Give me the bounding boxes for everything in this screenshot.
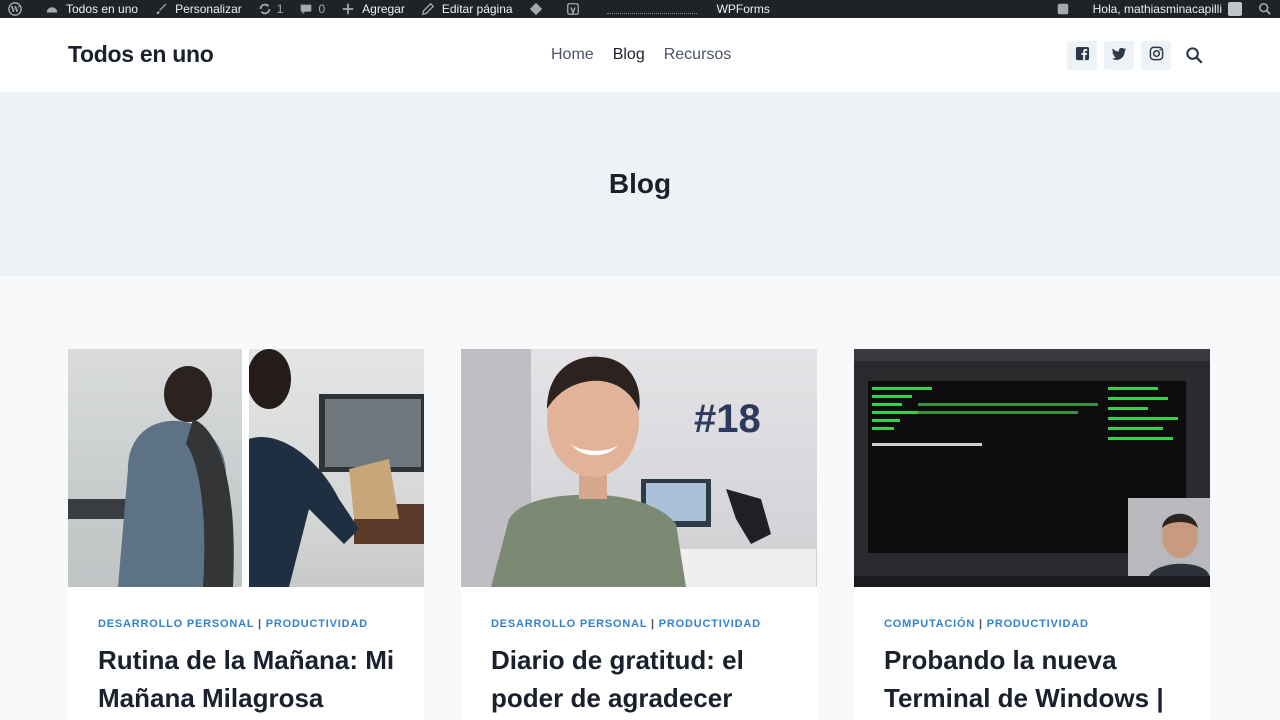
thumbnail-screenshot (854, 349, 1210, 587)
site-title[interactable]: Todos en uno (68, 41, 214, 68)
yoast-menu[interactable]: y (558, 0, 595, 18)
twitter-icon (1111, 46, 1127, 66)
category-separator: | (254, 618, 266, 630)
search-icon (1185, 47, 1204, 69)
diamond-icon (529, 2, 543, 16)
post-categories: DESARROLLO PERSONAL | PRODUCTIVIDAD (491, 618, 761, 630)
page-title: Blog (608, 168, 672, 199)
customize-label: Personalizar (175, 2, 242, 16)
wp-admin-bar: W Todos en uno Personalizar 1 0 Agregar (0, 0, 1280, 18)
wp-logo-menu[interactable]: W (0, 0, 37, 18)
category-link[interactable]: PRODUCTIVIDAD (266, 618, 368, 630)
main-navigation: Home Blog Recursos (551, 46, 731, 64)
post-thumbnail[interactable] (854, 349, 1210, 587)
avatar (1228, 2, 1242, 16)
nav-recursos[interactable]: Recursos (664, 46, 732, 64)
post-thumbnail[interactable]: #18 (461, 349, 817, 587)
my-account-menu[interactable]: Hola, mathiasminacapilli (1085, 0, 1250, 18)
category-separator: | (647, 618, 659, 630)
dashboard-icon (45, 2, 59, 16)
thumbnail-browser-bar (854, 349, 1210, 361)
category-link[interactable]: DESARROLLO PERSONAL (491, 618, 647, 630)
thumbnail-taskbar (854, 576, 1210, 587)
instagram-button[interactable] (1141, 41, 1171, 70)
plus-icon (341, 2, 355, 16)
nav-blog[interactable]: Blog (613, 46, 645, 64)
adminbar-search[interactable] (1250, 0, 1280, 18)
edit-page-label: Editar página (441, 2, 513, 16)
post-categories: COMPUTACIÓN | PRODUCTIVIDAD (884, 618, 1089, 630)
post-title[interactable]: Probando la nueva Terminal de Windows | (884, 641, 1194, 717)
edit-page-link[interactable]: Editar página (413, 0, 521, 18)
updates-count: 1 (276, 2, 284, 16)
site-header: Todos en uno Home Blog Recursos (0, 18, 1280, 92)
wordpress-icon: W (8, 2, 22, 16)
shield-icon (1056, 2, 1070, 16)
post-card: #18 DESARROLLO PERSONAL | PRODUCTIVIDAD … (461, 349, 817, 720)
updates-link[interactable]: 1 (250, 0, 292, 18)
comment-icon (299, 2, 313, 16)
pencil-icon (421, 2, 435, 16)
diamond-plugin-menu[interactable] (521, 0, 558, 18)
new-content-menu[interactable]: Agregar (333, 0, 413, 18)
post-title[interactable]: Diario de gratitud: el poder de agradece… (491, 641, 801, 717)
post-card: COMPUTACIÓN | PRODUCTIVIDAD Probando la … (854, 349, 1210, 720)
adminbar-right: Hola, mathiasminacapilli (1048, 0, 1280, 18)
category-link[interactable]: PRODUCTIVIDAD (987, 618, 1089, 630)
comments-count: 0 (318, 2, 326, 16)
search-icon (1258, 2, 1272, 16)
yoast-icon: y (566, 2, 580, 16)
category-link[interactable]: DESARROLLO PERSONAL (98, 618, 254, 630)
post-title[interactable]: Rutina de la Mañana: Mi Mañana Milagrosa (98, 641, 408, 717)
post-categories: DESARROLLO PERSONAL | PRODUCTIVIDAD (98, 618, 368, 630)
add-new-label: Agregar (362, 2, 405, 16)
thumbnail-photo-right (247, 349, 424, 587)
search-button[interactable] (1185, 46, 1204, 65)
svg-text:y: y (570, 6, 576, 16)
thumbnail-webcam-inset (1128, 498, 1210, 578)
thumbnail-number: #18 (694, 397, 761, 441)
thumbnail-gap (242, 349, 249, 587)
svg-text:W: W (10, 5, 20, 14)
nav-home[interactable]: Home (551, 46, 594, 64)
social-links (1067, 41, 1171, 70)
post-card: DESARROLLO PERSONAL | PRODUCTIVIDAD Ruti… (68, 349, 424, 720)
site-name-menu[interactable]: Todos en uno (37, 0, 146, 18)
category-separator: | (975, 618, 987, 630)
thumbnail-photo: #18 (461, 349, 817, 587)
adminbar-placeholder (606, 4, 697, 14)
comments-link[interactable]: 0 (291, 0, 333, 18)
category-link[interactable]: PRODUCTIVIDAD (659, 618, 761, 630)
wpforms-label: WPForms (716, 2, 770, 16)
thumbnail-photo-left (68, 349, 242, 587)
brush-icon (154, 2, 168, 16)
updates-icon (258, 2, 272, 16)
wpforms-menu[interactable]: WPForms (709, 0, 778, 18)
twitter-button[interactable] (1104, 41, 1134, 70)
plugin-icon-menu[interactable] (1048, 0, 1085, 18)
page-title-band: Blog (0, 92, 1280, 276)
facebook-button[interactable] (1067, 41, 1097, 70)
greeting-label: Hola, mathiasminacapilli (1092, 2, 1222, 16)
category-link[interactable]: COMPUTACIÓN (884, 618, 975, 630)
facebook-icon (1075, 46, 1090, 66)
customize-link[interactable]: Personalizar (146, 0, 250, 18)
instagram-icon (1149, 46, 1164, 66)
post-thumbnail[interactable] (68, 349, 424, 587)
site-name-label: Todos en uno (66, 2, 139, 16)
